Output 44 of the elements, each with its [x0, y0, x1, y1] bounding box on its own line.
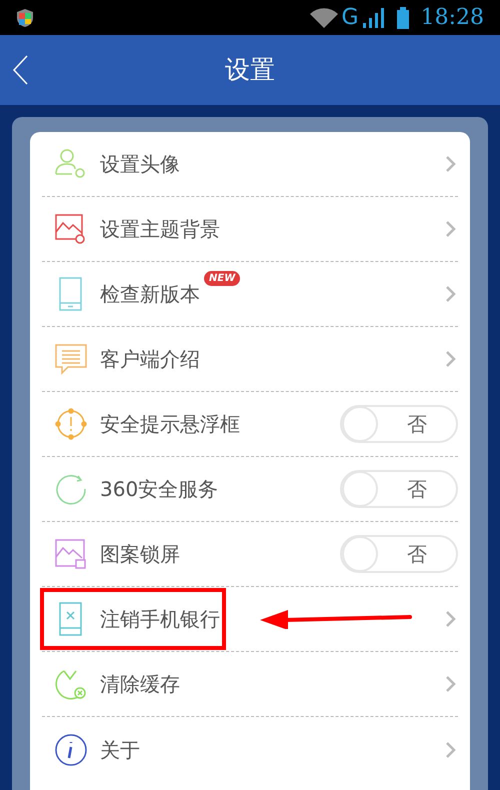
clock: 18:28: [420, 6, 484, 28]
settings-row[interactable]: 设置主题背景: [42, 197, 458, 262]
settings-row[interactable]: 安全提示悬浮框 否: [42, 392, 458, 457]
chevron-right-icon: [446, 351, 456, 367]
row-label: 关于: [100, 736, 140, 764]
wifi-icon: [310, 8, 338, 28]
toggle-switch[interactable]: 否: [340, 405, 458, 443]
network-type: G: [342, 6, 359, 28]
row-label: 图案锁屏: [100, 541, 180, 568]
chevron-right-icon: [446, 676, 456, 692]
back-icon: [12, 55, 28, 85]
circular-arrow-icon: [54, 472, 88, 506]
chevron-right-icon: [446, 156, 456, 172]
toggle-switch[interactable]: 否: [340, 470, 458, 508]
row-label: 清除缓存: [100, 671, 180, 698]
row-label: 客户端介绍: [100, 346, 200, 373]
row-label: 注销手机银行: [100, 606, 220, 633]
chevron-right-icon: [446, 221, 456, 237]
row-label: 设置头像: [100, 151, 180, 178]
chevron-right-icon: [446, 611, 456, 627]
settings-row[interactable]: 360安全服务 否: [42, 457, 458, 522]
row-label: 设置主题背景: [100, 216, 220, 243]
toggle-switch[interactable]: 否: [340, 535, 458, 573]
message-icon: [54, 342, 88, 376]
alert-circle-icon: [54, 407, 88, 441]
settings-row[interactable]: 注销手机银行: [42, 587, 458, 652]
row-label: 360安全服务: [100, 476, 218, 503]
info-icon: [54, 732, 88, 766]
settings-row[interactable]: 检查新版本 NEW: [42, 262, 458, 327]
settings-row[interactable]: 清除缓存: [42, 652, 458, 717]
settings-row[interactable]: 图案锁屏 否: [42, 522, 458, 587]
page-title: 设置: [225, 54, 275, 86]
settings-row[interactable]: 关于: [42, 717, 458, 782]
chevron-right-icon: [446, 742, 456, 758]
settings-row[interactable]: 设置头像: [42, 132, 458, 197]
battery-icon: [396, 6, 409, 28]
settings-row[interactable]: 客户端介绍: [42, 327, 458, 392]
picture-lock-icon: [54, 537, 88, 571]
row-label: 检查新版本: [100, 281, 200, 308]
new-badge: NEW: [204, 271, 240, 286]
signal-icon: [362, 8, 385, 28]
shield-icon: [16, 8, 34, 28]
row-label: 安全提示悬浮框: [100, 411, 240, 438]
chevron-right-icon: [446, 286, 456, 302]
